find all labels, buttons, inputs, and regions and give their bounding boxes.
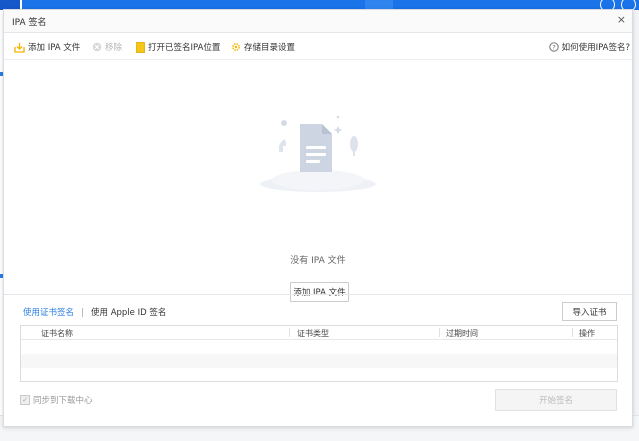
svg-text:?: ? bbox=[552, 43, 555, 51]
sign-method-tabs: 使用证书签名 使用 Apple ID 签名 bbox=[23, 306, 166, 318]
empty-state: 没有 IPA 文件 添加 IPA 文件 bbox=[4, 59, 632, 302]
section-divider bbox=[4, 294, 632, 295]
help-label: 如何使用IPA签名? bbox=[561, 43, 630, 53]
table-row-empty bbox=[21, 340, 617, 354]
import-certificate-button[interactable]: 导入证书 bbox=[562, 302, 617, 321]
add-ipa-toolbar-button[interactable]: 添加 IPA 文件 bbox=[14, 41, 80, 53]
empty-file-illustration bbox=[260, 115, 376, 192]
start-sign-button[interactable]: 开始签名 bbox=[495, 389, 617, 411]
certificate-table: 证书名称 证书类型 过期时间 操作 bbox=[20, 325, 618, 382]
column-divider bbox=[439, 328, 440, 337]
remove-toolbar-button[interactable]: 移除 bbox=[92, 41, 122, 53]
sync-checkbox[interactable]: ✓ bbox=[20, 395, 30, 405]
empty-message: 没有 IPA 文件 bbox=[290, 256, 346, 266]
storage-settings-button[interactable]: 存储目录设置 bbox=[231, 41, 295, 53]
folder-icon bbox=[136, 41, 145, 53]
add-file-icon bbox=[14, 42, 25, 53]
sync-to-download-center[interactable]: ✓ 同步到下载中心 bbox=[20, 394, 93, 406]
table-row-empty bbox=[21, 368, 617, 382]
dialog-title: IPA 签名 bbox=[12, 18, 47, 28]
open-location-label: 打开已签名IPA位置 bbox=[148, 43, 221, 53]
add-ipa-label: 添加 IPA 文件 bbox=[28, 43, 81, 53]
column-actions[interactable]: 操作 bbox=[579, 328, 595, 339]
ipa-sign-dialog: IPA 签名 × 添加 IPA 文件 移除 打开已签名IPA位置 存储目录设置 … bbox=[3, 9, 633, 427]
tab-separator bbox=[82, 307, 84, 317]
column-divider bbox=[572, 328, 573, 337]
table-row-empty bbox=[21, 354, 617, 368]
storage-settings-label: 存储目录设置 bbox=[244, 43, 296, 53]
gear-icon bbox=[232, 43, 240, 51]
close-button[interactable]: × bbox=[617, 13, 626, 26]
column-divider bbox=[289, 328, 290, 337]
tab-apple-id-sign[interactable]: 使用 Apple ID 签名 bbox=[91, 306, 166, 318]
tab-certificate-sign[interactable]: 使用证书签名 bbox=[23, 306, 74, 318]
remove-label: 移除 bbox=[105, 43, 123, 53]
question-icon: ? bbox=[548, 42, 559, 52]
table-header: 证书名称 证书类型 过期时间 操作 bbox=[21, 326, 617, 340]
sync-label: 同步到下载中心 bbox=[33, 396, 93, 406]
add-ipa-button[interactable]: 添加 IPA 文件 bbox=[290, 282, 349, 302]
toolbar: 添加 IPA 文件 移除 打开已签名IPA位置 存储目录设置 ? 如何使用IPA… bbox=[4, 33, 632, 60]
open-signed-location-button[interactable]: 打开已签名IPA位置 bbox=[136, 41, 220, 53]
dialog-titlebar[interactable]: IPA 签名 × bbox=[4, 10, 632, 33]
column-expiry[interactable]: 过期时间 bbox=[446, 328, 478, 339]
column-cert-type[interactable]: 证书类型 bbox=[297, 328, 329, 339]
help-link[interactable]: ? 如何使用IPA签名? bbox=[548, 41, 630, 53]
column-cert-name[interactable]: 证书名称 bbox=[41, 328, 73, 339]
remove-icon bbox=[92, 42, 102, 52]
